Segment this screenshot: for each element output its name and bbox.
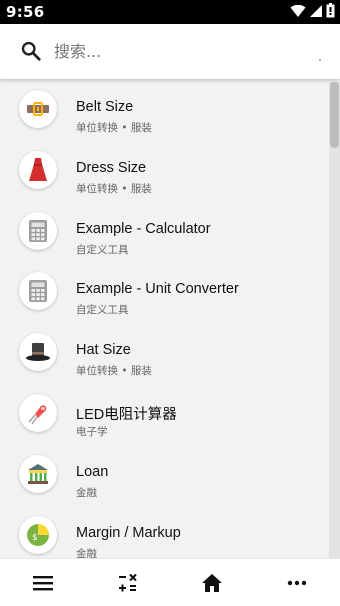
list-item-title: Example - Calculator: [76, 220, 211, 237]
more-button[interactable]: [285, 571, 309, 595]
scrollbar[interactable]: [329, 82, 340, 558]
list-item-title: Dress Size: [76, 159, 147, 176]
list-item-margin-markup[interactable]: $ Margin / Markup 金融: [0, 505, 340, 558]
calculator-icon: [19, 211, 57, 250]
home-icon: [202, 574, 222, 592]
list-item-subtitle: 金融: [76, 486, 97, 499]
dress-icon: [19, 150, 57, 189]
wifi-icon: [290, 4, 306, 17]
svg-text:$: $: [32, 533, 38, 543]
tool-list: Belt Size 单位转换 • 服装 Dress Size 单位转换 • 服装: [0, 79, 340, 558]
search-cursor-dot: [319, 59, 321, 61]
search-icon[interactable]: [20, 40, 42, 62]
list-item-subtitle: 单位转换 • 服装: [76, 182, 152, 195]
list-item-subtitle: 单位转换 • 服装: [76, 365, 152, 378]
battery-icon: [326, 3, 335, 18]
list-item-dress-size[interactable]: Dress Size 单位转换 • 服装: [0, 140, 340, 201]
list-item-subtitle: 单位转换 • 服装: [76, 122, 152, 134]
list-item-title: Margin / Markup: [76, 524, 181, 541]
list-item-subtitle: 自定义工具: [76, 243, 129, 256]
list-item-belt-size[interactable]: Belt Size 单位转换 • 服装: [0, 79, 340, 140]
list-item-subtitle: 金融: [76, 547, 97, 558]
scroll-thumb[interactable]: [330, 82, 339, 148]
top-hat-icon: [19, 333, 57, 372]
list-item-subtitle: 自定义工具: [76, 304, 129, 317]
bottom-nav: [0, 558, 340, 606]
calculator-ops-button[interactable]: [116, 571, 140, 595]
bank-icon: [19, 454, 57, 493]
status-time: 9:56: [6, 3, 45, 21]
belt-icon: [19, 90, 57, 128]
list-item-title: Example - Unit Converter: [76, 281, 239, 298]
list-item-title: Hat Size: [76, 342, 131, 359]
more-icon: [287, 580, 307, 586]
search-input[interactable]: [54, 38, 324, 64]
margin-chart-icon: $: [19, 515, 57, 554]
cell-signal-icon: [310, 4, 322, 17]
status-icons: [290, 3, 335, 18]
list-item-example-calculator[interactable]: Example - Calculator 自定义工具: [0, 201, 340, 262]
list-item-hat-size[interactable]: Hat Size 单位转换 • 服装: [0, 322, 340, 383]
list-item-subtitle: 电子学: [76, 425, 108, 438]
list-item-loan[interactable]: Loan 金融: [0, 444, 340, 505]
search-bar: [0, 24, 340, 79]
list-item-title: LED电阻计算器: [76, 406, 177, 423]
status-bar: 9:56: [0, 0, 340, 24]
list-item-led-resistor-calculator[interactable]: LED电阻计算器 电子学: [0, 383, 340, 444]
menu-button[interactable]: [31, 571, 55, 595]
home-button[interactable]: [200, 571, 224, 595]
menu-icon: [33, 576, 53, 591]
calculator-icon: [19, 272, 57, 311]
calculator-ops-icon: [119, 573, 137, 592]
list-item-example-unit-converter[interactable]: Example - Unit Converter 自定义工具: [0, 261, 340, 322]
list-item-title: Loan: [76, 463, 109, 480]
led-icon: [19, 393, 57, 432]
list-item-title: Belt Size: [76, 99, 134, 115]
